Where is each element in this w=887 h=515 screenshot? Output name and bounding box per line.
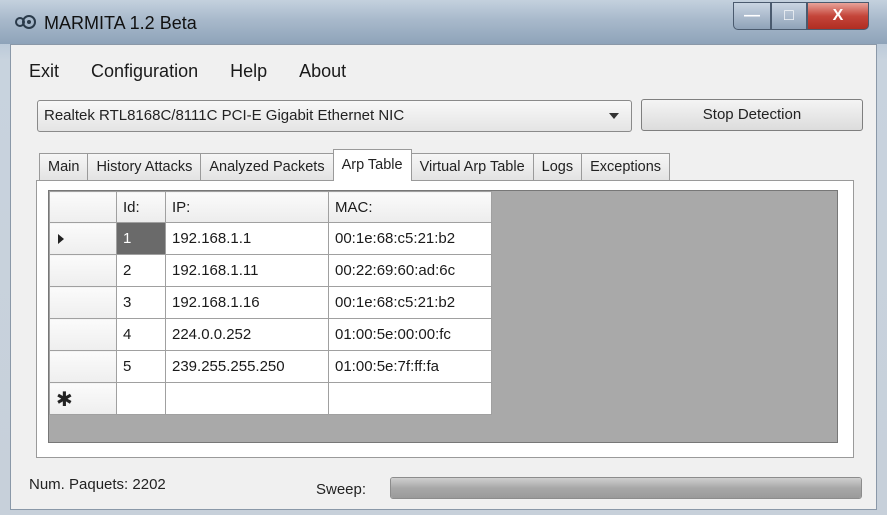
- new-table-row[interactable]: ✱: [49, 382, 492, 415]
- main-window: MARMITA 1.2 Beta — □ X Exit Configuratio…: [0, 0, 887, 515]
- cell-mac[interactable]: 00:22:69:60:ad:6c: [328, 254, 492, 287]
- sweep-progress-bar: [390, 477, 862, 499]
- cell-id[interactable]: 1: [116, 222, 166, 255]
- menu-configuration[interactable]: Configuration: [75, 57, 214, 87]
- row-header[interactable]: [49, 222, 117, 255]
- arp-table-page: Id: IP: MAC: 1 192.168.1.1 00:1e:68:c5:2…: [36, 180, 854, 458]
- maximize-icon: □: [784, 7, 794, 24]
- table-row[interactable]: 2 192.168.1.11 00:22:69:60:ad:6c: [49, 254, 492, 287]
- close-button[interactable]: X: [807, 2, 869, 30]
- arp-data-grid[interactable]: Id: IP: MAC: 1 192.168.1.1 00:1e:68:c5:2…: [48, 190, 838, 443]
- tab-history-attacks[interactable]: History Attacks: [87, 153, 202, 181]
- row-header[interactable]: [49, 254, 117, 287]
- maximize-button[interactable]: □: [771, 2, 807, 30]
- menu-help[interactable]: Help: [214, 57, 283, 87]
- column-header-mac[interactable]: MAC:: [328, 191, 492, 223]
- cell-mac[interactable]: 01:00:5e:7f:ff:fa: [328, 350, 492, 383]
- current-row-arrow-icon: [58, 234, 64, 244]
- row-header[interactable]: [49, 286, 117, 319]
- tab-main[interactable]: Main: [39, 153, 89, 181]
- network-adapter-value: Realtek RTL8168C/8111C PCI-E Gigabit Eth…: [44, 107, 405, 124]
- menu-bar: Exit Configuration Help About: [11, 57, 362, 87]
- row-header-corner[interactable]: [49, 191, 117, 223]
- tab-logs[interactable]: Logs: [532, 153, 583, 181]
- cell-id[interactable]: 5: [116, 350, 166, 383]
- menu-exit[interactable]: Exit: [11, 57, 75, 87]
- window-controls: — □ X: [733, 2, 869, 30]
- tab-exceptions[interactable]: Exceptions: [581, 153, 671, 181]
- cell-ip[interactable]: 192.168.1.1: [165, 222, 329, 255]
- row-header[interactable]: [49, 350, 117, 383]
- client-area: Exit Configuration Help About Realtek RT…: [10, 44, 877, 510]
- cell-id[interactable]: 3: [116, 286, 166, 319]
- cell-mac[interactable]: 00:1e:68:c5:21:b2: [328, 286, 492, 319]
- column-header-id[interactable]: Id:: [116, 191, 166, 223]
- app-icon: [15, 15, 36, 29]
- arp-table: Id: IP: MAC: 1 192.168.1.1 00:1e:68:c5:2…: [49, 191, 492, 415]
- cell-mac[interactable]: [328, 382, 492, 415]
- minimize-icon: —: [744, 7, 760, 24]
- cell-id[interactable]: 4: [116, 318, 166, 351]
- tab-virtual-arp-table[interactable]: Virtual Arp Table: [410, 153, 534, 181]
- tab-arp-table[interactable]: Arp Table: [332, 149, 412, 181]
- cell-ip[interactable]: [165, 382, 329, 415]
- column-header-ip[interactable]: IP:: [165, 191, 329, 223]
- window-title: MARMITA 1.2 Beta: [44, 13, 197, 33]
- minimize-button[interactable]: —: [733, 2, 771, 30]
- dropdown-arrow-icon[interactable]: [609, 113, 619, 119]
- new-row-asterisk-icon: ✱: [56, 389, 73, 411]
- tab-strip: Main History Attacks Analyzed Packets Ar…: [39, 149, 671, 181]
- cell-ip[interactable]: 239.255.255.250: [165, 350, 329, 383]
- cell-id[interactable]: 2: [116, 254, 166, 287]
- row-header[interactable]: [49, 318, 117, 351]
- cell-mac[interactable]: 01:00:5e:00:00:fc: [328, 318, 492, 351]
- cell-ip[interactable]: 224.0.0.252: [165, 318, 329, 351]
- table-row[interactable]: 4 224.0.0.252 01:00:5e:00:00:fc: [49, 318, 492, 351]
- sweep-progress-fill: [391, 478, 861, 498]
- cell-mac[interactable]: 00:1e:68:c5:21:b2: [328, 222, 492, 255]
- status-area: Num. Paquets: 2202 Sweep:: [11, 475, 878, 505]
- cell-ip[interactable]: 192.168.1.11: [165, 254, 329, 287]
- tab-analyzed-packets[interactable]: Analyzed Packets: [200, 153, 334, 181]
- table-row[interactable]: 1 192.168.1.1 00:1e:68:c5:21:b2: [49, 222, 492, 255]
- cell-ip[interactable]: 192.168.1.16: [165, 286, 329, 319]
- table-header-row: Id: IP: MAC:: [49, 191, 492, 223]
- table-row[interactable]: 5 239.255.255.250 01:00:5e:7f:ff:fa: [49, 350, 492, 383]
- row-header[interactable]: ✱: [49, 382, 117, 415]
- network-adapter-select[interactable]: Realtek RTL8168C/8111C PCI-E Gigabit Eth…: [37, 100, 632, 132]
- title-bar[interactable]: MARMITA 1.2 Beta — □ X: [0, 0, 887, 44]
- sweep-label: Sweep:: [316, 481, 367, 498]
- packet-count-label: Num. Paquets: 2202: [29, 476, 166, 493]
- cell-id[interactable]: [116, 382, 166, 415]
- menu-about[interactable]: About: [283, 57, 362, 87]
- table-row[interactable]: 3 192.168.1.16 00:1e:68:c5:21:b2: [49, 286, 492, 319]
- close-icon: X: [832, 7, 844, 24]
- stop-detection-button[interactable]: Stop Detection: [641, 99, 863, 131]
